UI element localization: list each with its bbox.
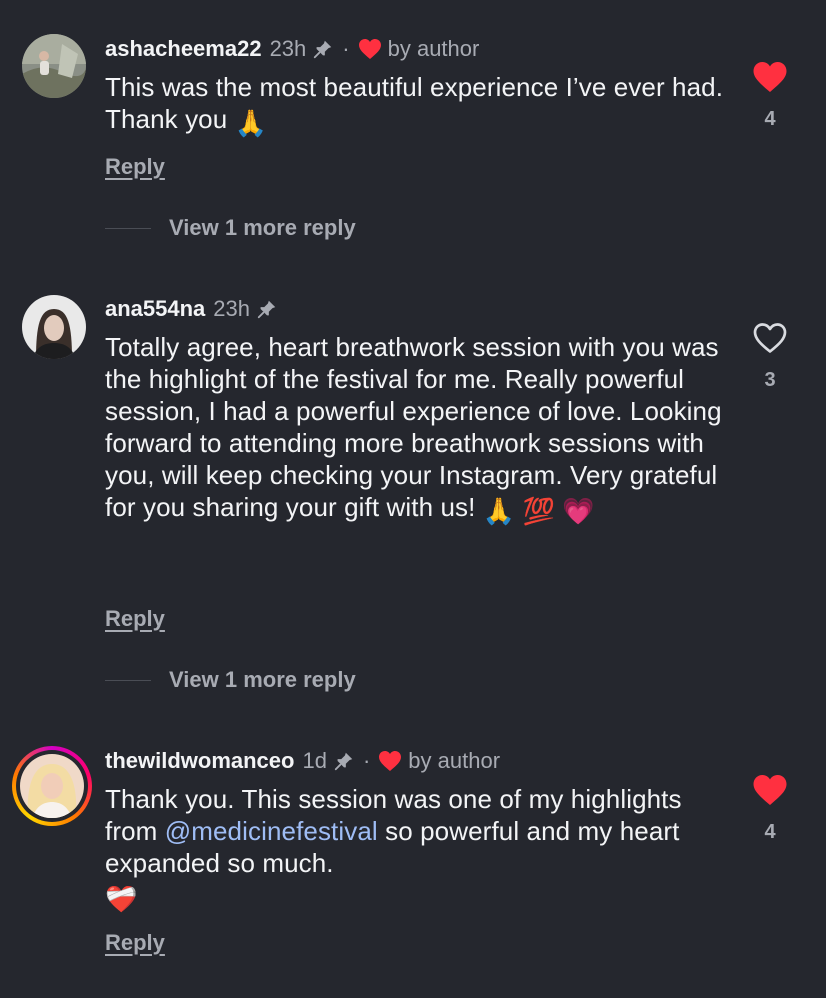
by-author-label: by author xyxy=(387,36,480,61)
username[interactable]: ashacheema22 xyxy=(105,36,262,62)
comment-text: This was the most beautiful experience I… xyxy=(105,71,725,139)
like-button[interactable]: 4 xyxy=(748,773,792,844)
like-count: 3 xyxy=(764,369,776,391)
avatar-image xyxy=(20,754,84,818)
avatar-image xyxy=(22,34,86,98)
reply-button[interactable]: Reply xyxy=(105,606,165,632)
like-count: 4 xyxy=(764,821,776,843)
view-more-replies-label: View 1 more reply xyxy=(169,667,356,692)
avatar-image xyxy=(22,295,86,359)
timestamp: 23h xyxy=(213,296,251,321)
separator-dot: · xyxy=(362,748,371,773)
view-more-replies[interactable]: View 1 more reply xyxy=(105,665,356,695)
username[interactable]: thewildwomanceo xyxy=(105,748,294,774)
separator-dot: · xyxy=(342,36,350,61)
divider-line xyxy=(105,679,151,681)
timestamp: 23h xyxy=(269,36,307,61)
comment-body: This was the most beautiful experience I… xyxy=(105,72,724,134)
view-more-replies[interactable]: View 1 more reply xyxy=(105,213,356,243)
pin-icon xyxy=(257,300,276,319)
heart-icon xyxy=(753,775,787,805)
comment-body: Totally agree, heart breathwork session … xyxy=(105,332,722,522)
avatar[interactable] xyxy=(22,34,86,98)
emoji: ❤️‍🩹 xyxy=(105,884,138,914)
reply-button[interactable]: Reply xyxy=(105,154,165,180)
like-button[interactable]: 3 xyxy=(748,321,792,392)
like-button[interactable]: 4 xyxy=(748,60,792,131)
avatar xyxy=(20,754,84,818)
emoji: 🙏 xyxy=(234,108,268,138)
reply-button[interactable]: Reply xyxy=(105,930,165,956)
divider-line xyxy=(105,227,151,229)
mention-link[interactable]: @medicinefestival xyxy=(165,816,378,846)
timestamp: 1d xyxy=(302,748,327,773)
like-count: 4 xyxy=(764,108,776,130)
story-ring[interactable] xyxy=(12,746,92,826)
by-author-label: by author xyxy=(408,748,501,773)
view-more-replies-label: View 1 more reply xyxy=(169,215,356,240)
avatar[interactable] xyxy=(22,295,86,359)
comment-meta: ashacheema22 23h · by author xyxy=(105,35,479,63)
comment-text: Thank you. This session was one of my hi… xyxy=(105,783,725,915)
comment-meta: ana554na 23h xyxy=(105,295,278,323)
comment-text: Totally agree, heart breathwork session … xyxy=(105,331,725,527)
username[interactable]: ana554na xyxy=(105,296,205,322)
pin-icon xyxy=(314,40,332,59)
pin-icon xyxy=(334,752,353,771)
comment-meta: thewildwomanceo 1d · by author xyxy=(105,747,500,775)
heart-icon xyxy=(753,62,787,92)
emoji: 🙏 💯 💗 xyxy=(482,496,595,526)
heart-outline-icon xyxy=(753,323,787,353)
author-heart-icon xyxy=(379,751,402,771)
author-heart-icon xyxy=(358,39,381,59)
